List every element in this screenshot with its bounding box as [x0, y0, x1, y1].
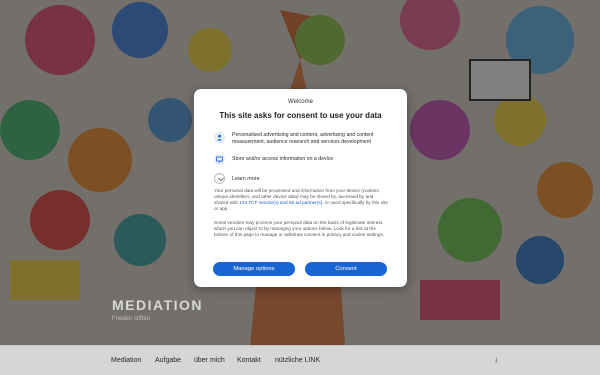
legitimate-interest-notice: Some vendors may process your personal d…: [214, 220, 385, 238]
data-processing-notice: Your personal data will be processed and…: [214, 188, 389, 212]
purpose-text: Personalised advertising and content, ad…: [232, 132, 374, 145]
device-icon: [214, 154, 225, 165]
manage-options-button[interactable]: Manage options: [213, 262, 295, 276]
vendors-link[interactable]: 133 TCF vendor(s) and 65 ad partner(s): [239, 200, 322, 205]
consent-button[interactable]: Consent: [305, 262, 387, 276]
person-icon: [214, 132, 225, 143]
chevron-down-icon: [214, 173, 225, 184]
learn-more-label: Learn more: [232, 175, 260, 182]
dialog-title: This site asks for consent to use your d…: [219, 111, 382, 120]
consent-dialog: Welcome This site asks for consent to us…: [194, 89, 407, 287]
purpose-text: Store and/or access information on a dev…: [232, 156, 334, 162]
learn-more-toggle[interactable]: Learn more: [214, 173, 394, 184]
dialog-welcome: Welcome: [288, 99, 313, 105]
